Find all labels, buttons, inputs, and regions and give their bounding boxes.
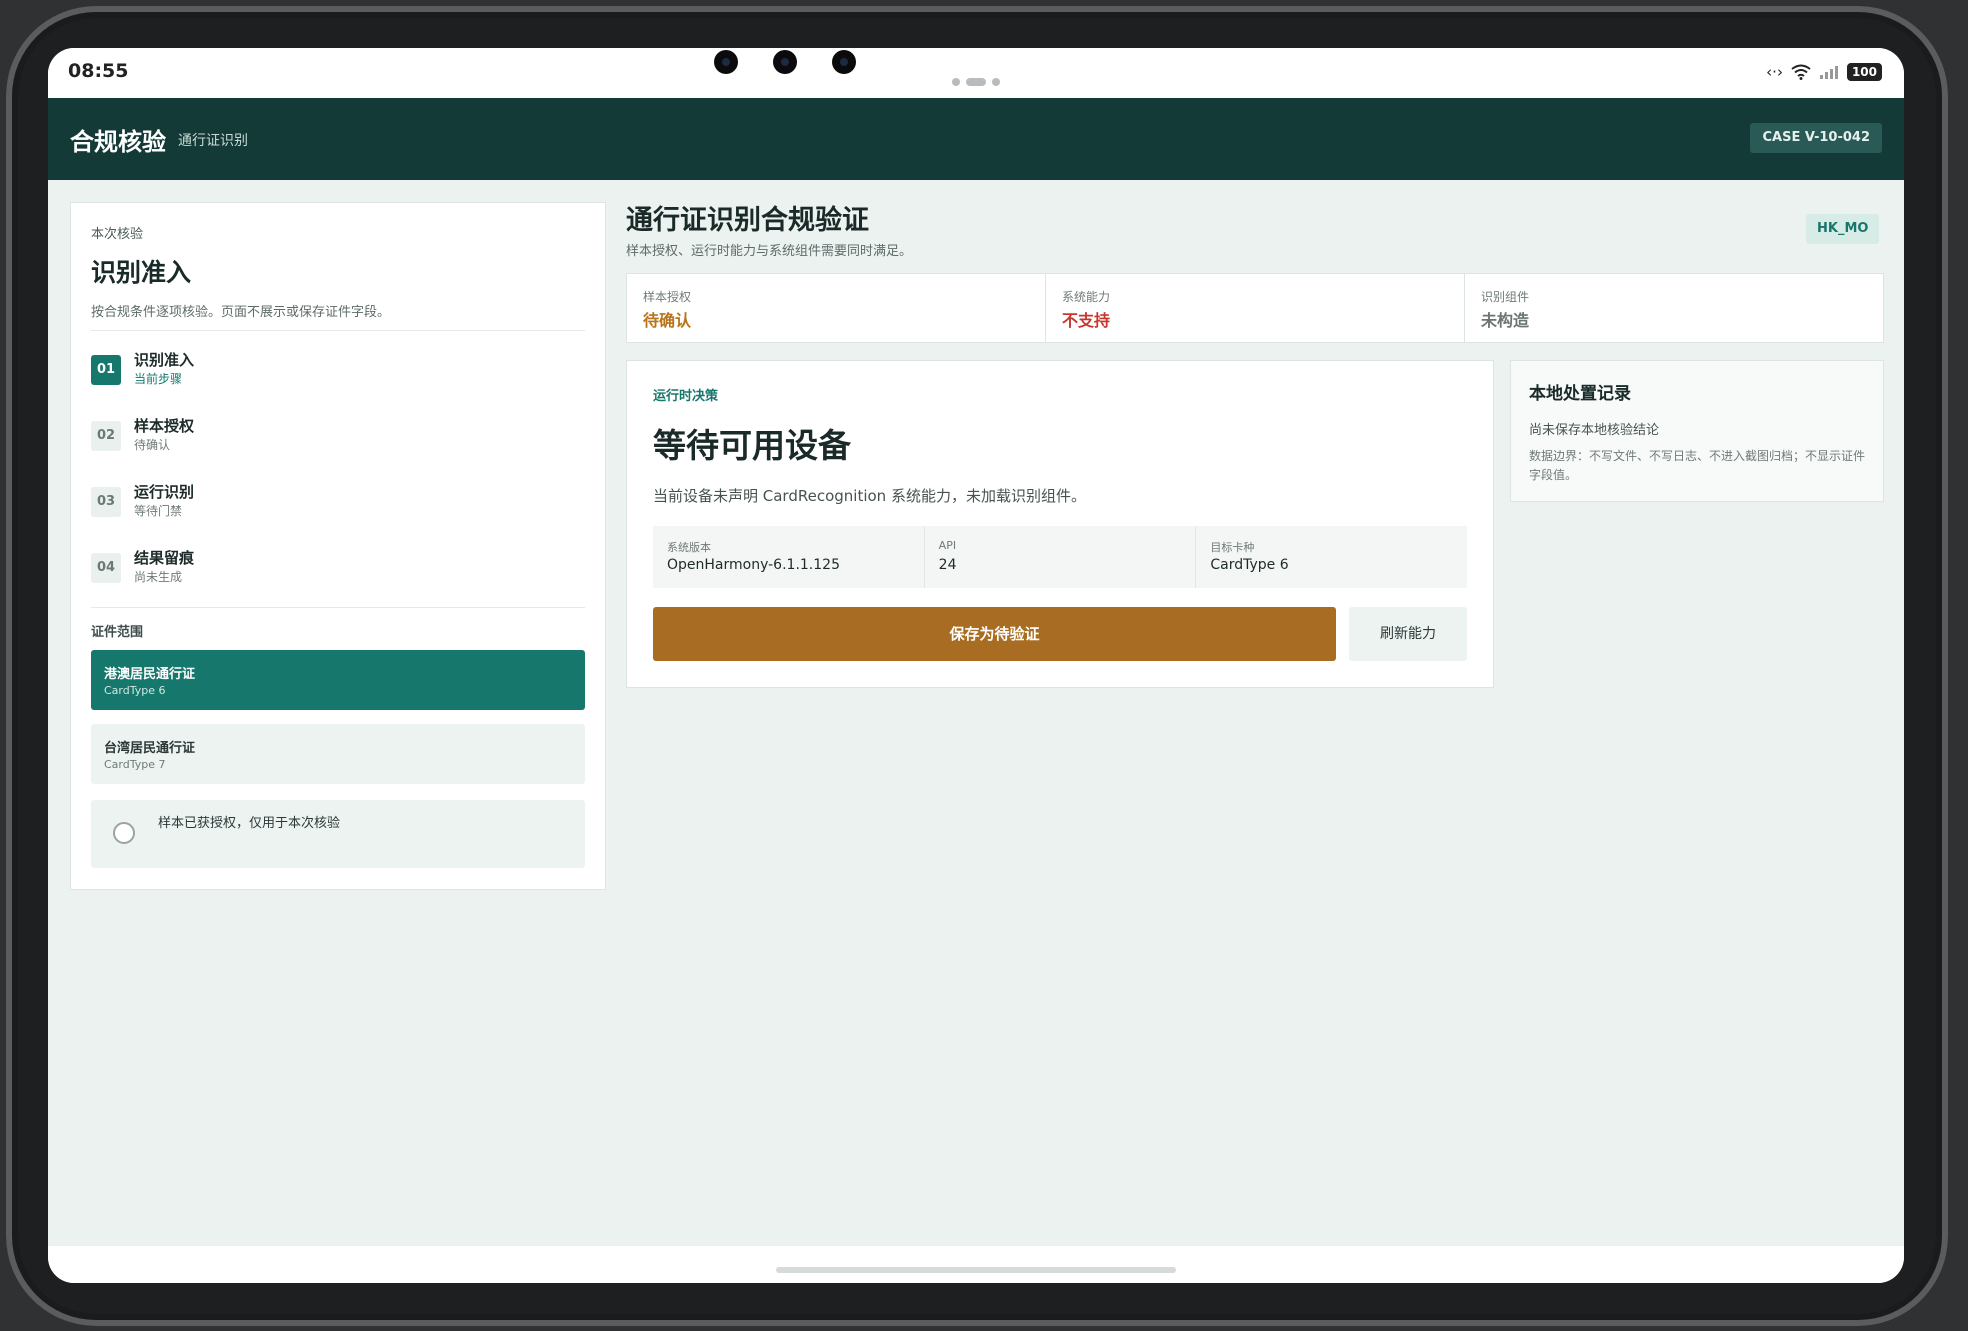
scope-option-cardtype: CardType 7: [104, 758, 166, 771]
scope-option-name: 港澳居民通行证: [104, 667, 196, 682]
camera-icon: [773, 50, 797, 74]
local-record-card: 本地处置记录 尚未保存本地核验结论 数据边界：不写文件、不写日志、不进入截图归档…: [1510, 360, 1884, 502]
scope-option-name: 台湾居民通行证: [104, 741, 196, 756]
record-note: 数据边界：不写文件、不写日志、不进入截图归档；不显示证件字段值。: [1529, 449, 1866, 482]
status-strip: 样本授权 待确认 系统能力 不支持 识别组件 未构造: [626, 273, 1884, 343]
info-value: 24: [938, 557, 957, 573]
code-icon: ‹·›: [1766, 63, 1783, 81]
step-item-4[interactable]: 04 结果留痕 尚未生成: [91, 543, 571, 593]
consent-label: 样本已获授权，仅用于本次核验: [158, 816, 341, 831]
page-title: 通行证识别合规验证: [626, 205, 869, 236]
app-title: 合规核验: [70, 128, 166, 156]
info-label: 目标卡种: [1210, 541, 1255, 554]
status-cell-sample-auth: 样本授权 待确认: [627, 274, 1046, 342]
step-label: 结果留痕: [134, 549, 195, 567]
step-status: 等待门禁: [134, 504, 183, 518]
status-time: 08:55: [68, 60, 129, 82]
step-item-1[interactable]: 01 识别准入 当前步骤: [91, 345, 571, 395]
divider: [91, 607, 585, 608]
info-label: 系统版本: [667, 541, 711, 554]
info-value: OpenHarmony-6.1.1.125: [667, 557, 840, 573]
info-value: CardType 6: [1210, 557, 1289, 573]
app-header: 合规核验 通行证识别 CASE V-10-042: [48, 98, 1904, 180]
page-subtitle: 样本授权、运行时能力与系统组件需要同时满足。: [626, 244, 913, 259]
home-indicator[interactable]: [776, 1267, 1176, 1273]
signal-icon: [1819, 66, 1838, 79]
decision-title: 等待可用设备: [653, 426, 851, 465]
case-badge: CASE V-10-042: [1750, 123, 1882, 153]
step-status: 待确认: [134, 438, 171, 452]
scope-option-hk-mo[interactable]: 港澳居民通行证 CardType 6: [91, 650, 585, 710]
panel-description: 按合规条件逐项核验。页面不展示或保存证件字段。: [91, 305, 391, 320]
status-cell-system-capability: 系统能力 不支持: [1046, 274, 1465, 342]
step-number: 01: [91, 355, 121, 385]
info-target-card-type: 目标卡种 CardType 6: [1196, 526, 1467, 588]
refresh-capability-button[interactable]: 刷新能力: [1349, 607, 1467, 661]
step-number: 03: [91, 487, 121, 517]
decision-kicker: 运行时决策: [653, 389, 719, 404]
navigation-bar: [48, 1246, 1904, 1283]
verification-steps-panel: 本次核验 识别准入 按合规条件逐项核验。页面不展示或保存证件字段。 01 识别准…: [70, 202, 606, 890]
info-system-version: 系统版本 OpenHarmony-6.1.1.125: [653, 526, 925, 588]
device-screen: 08:55 ‹·› 100 合规核验 通行证识别 CASE V-10-042 本…: [48, 48, 1904, 1283]
panel-kicker: 本次核验: [91, 227, 144, 242]
camera-icon: [714, 50, 738, 74]
scope-heading: 证件范围: [91, 625, 144, 640]
step-number: 04: [91, 553, 121, 583]
consent-checkbox[interactable]: 样本已获授权，仅用于本次核验: [91, 800, 585, 868]
scope-option-cardtype: CardType 6: [104, 684, 166, 697]
scope-option-taiwan[interactable]: 台湾居民通行证 CardType 7: [91, 724, 585, 784]
step-number: 02: [91, 421, 121, 451]
camera-icon: [832, 50, 856, 74]
step-label: 样本授权: [134, 417, 195, 435]
wifi-icon: [1791, 64, 1811, 80]
info-api: API 24: [925, 526, 1197, 588]
info-label: API: [938, 539, 957, 552]
status-label: 样本授权: [643, 290, 692, 304]
record-title: 本地处置记录: [1529, 384, 1631, 404]
record-status: 尚未保存本地核验结论: [1529, 423, 1660, 438]
step-label: 识别准入: [134, 351, 195, 369]
status-value: 未构造: [1481, 311, 1530, 330]
status-bar: 08:55 ‹·› 100: [48, 48, 1904, 98]
status-label: 识别组件: [1481, 290, 1530, 304]
region-badge: HK_MO: [1806, 214, 1880, 244]
status-icons: ‹·› 100: [1766, 63, 1882, 81]
save-pending-button[interactable]: 保存为待验证: [653, 607, 1336, 661]
decision-description: 当前设备未声明 CardRecognition 系统能力，未加载识别组件。: [653, 487, 1086, 505]
divider: [91, 330, 585, 331]
status-value: 待确认: [643, 311, 692, 330]
step-item-2[interactable]: 02 样本授权 待确认: [91, 411, 571, 461]
status-label: 系统能力: [1062, 290, 1111, 304]
page-dots: [952, 78, 1000, 86]
step-label: 运行识别: [134, 483, 195, 501]
step-item-3[interactable]: 03 运行识别 等待门禁: [91, 477, 571, 527]
status-cell-recognition-component: 识别组件 未构造: [1465, 274, 1883, 342]
runtime-decision-card: 运行时决策 等待可用设备 当前设备未声明 CardRecognition 系统能…: [626, 360, 1494, 688]
step-status: 尚未生成: [134, 570, 183, 584]
battery-icon: 100: [1846, 63, 1882, 81]
app-subtitle: 通行证识别: [178, 133, 248, 149]
radio-unchecked-icon[interactable]: [113, 822, 135, 844]
status-value: 不支持: [1062, 311, 1111, 330]
step-status: 当前步骤: [134, 372, 183, 386]
device-info-grid: 系统版本 OpenHarmony-6.1.1.125 API 24 目标卡种 C…: [653, 526, 1467, 588]
panel-title: 识别准入: [91, 258, 192, 287]
